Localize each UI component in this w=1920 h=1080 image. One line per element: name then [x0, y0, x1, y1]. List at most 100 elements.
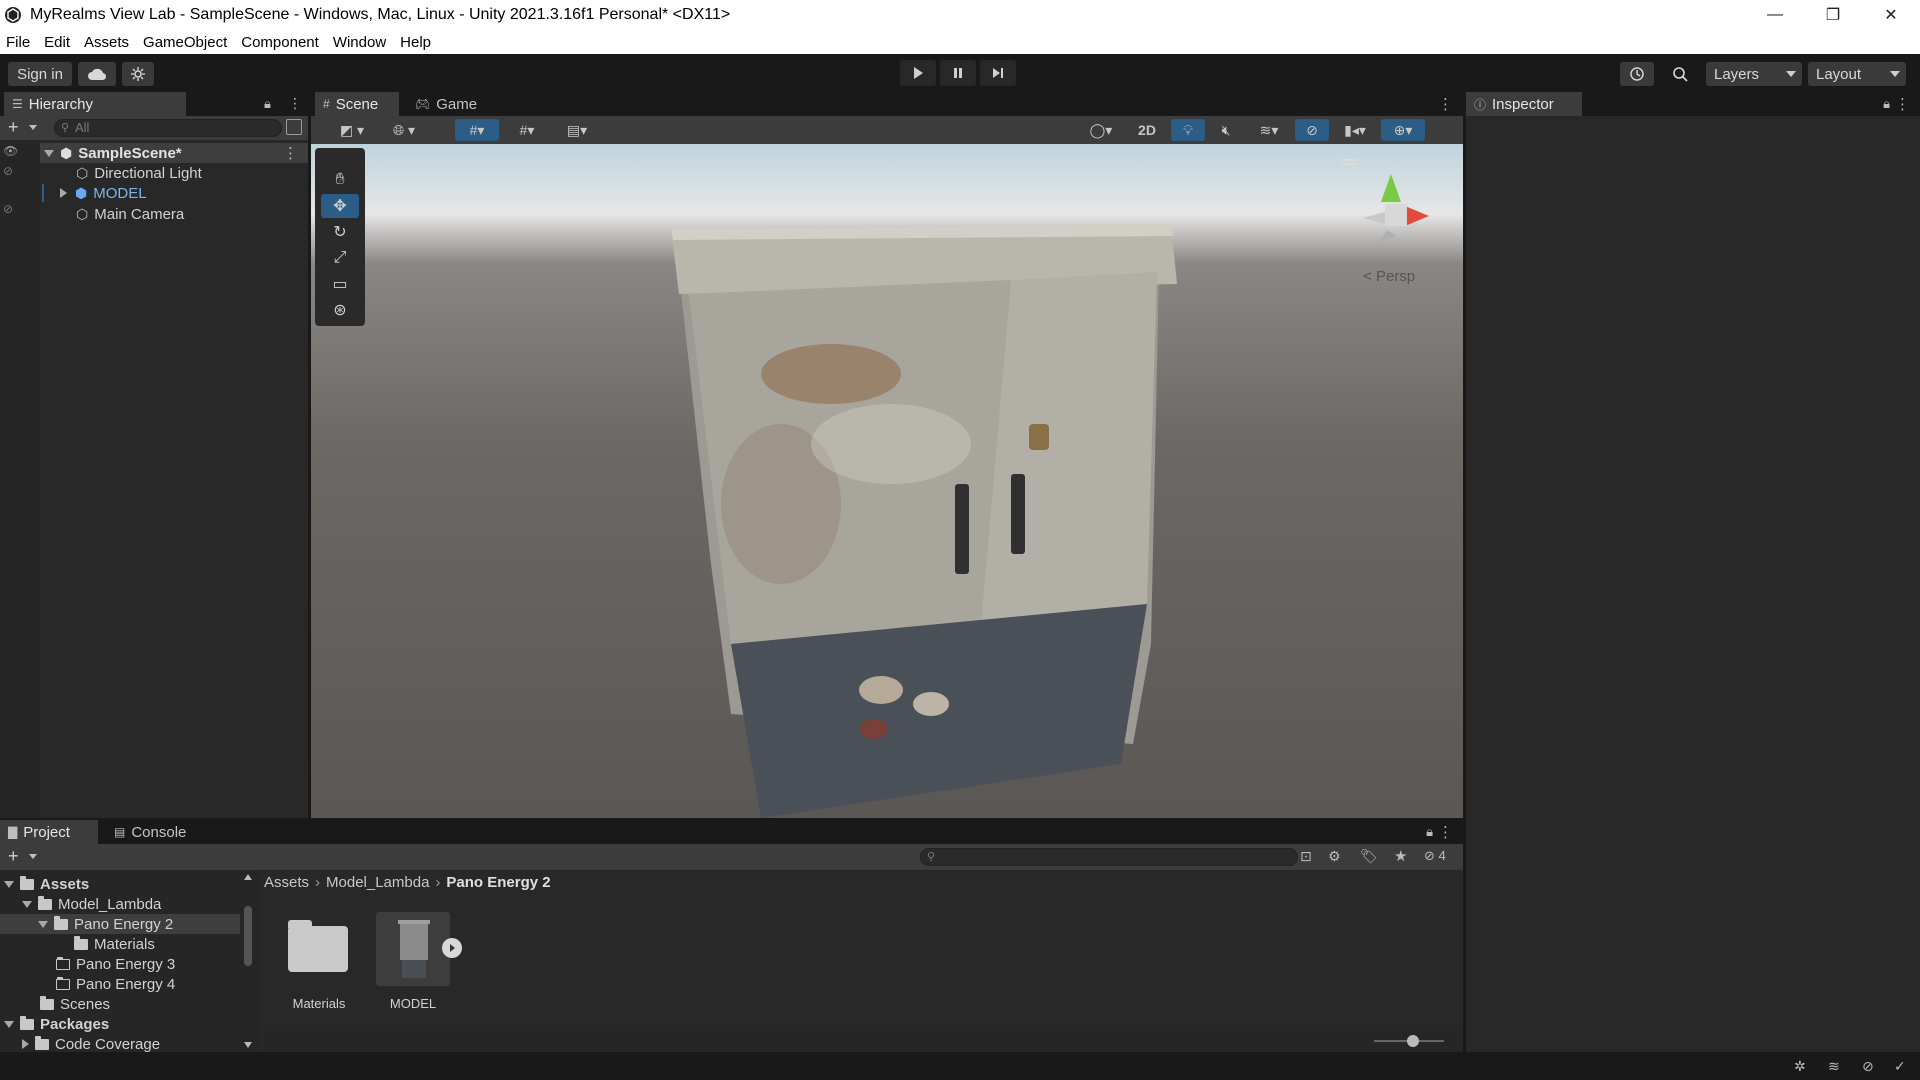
layers-stack-icon[interactable]: ≋ [1828, 1058, 1840, 1075]
expand-arrow-icon[interactable] [22, 900, 32, 908]
gizmos-icon[interactable]: ⊕▾ [1381, 119, 1425, 141]
restore-button[interactable]: ❐ [1804, 0, 1862, 30]
tree-item-pano-energy-4[interactable]: Pano Energy 4 [56, 974, 175, 994]
effects-icon[interactable]: ≋▾ [1247, 119, 1291, 141]
scale-tool-icon[interactable]: ⤢ [321, 246, 359, 270]
zoom-slider-thumb[interactable] [1407, 1035, 1419, 1047]
asset-item-model[interactable]: MODEL [376, 912, 466, 1012]
tree-item-materials[interactable]: Materials [74, 934, 155, 954]
menu-component[interactable]: Component [241, 34, 319, 51]
hidden-eye-icon[interactable]: ⊘ [3, 202, 13, 216]
scene-viewport[interactable]: ✋︎ ✥ ↻ ⤢ ▭ ⊛ < Persp [311, 144, 1463, 818]
hidden-eye-icon[interactable]: ⊘ [3, 164, 13, 178]
check-circle-icon[interactable]: ✓ [1894, 1058, 1906, 1075]
expand-arrow-icon[interactable] [22, 1039, 29, 1049]
tree-item-code-coverage[interactable]: Code Coverage [22, 1034, 160, 1054]
rotate-tool-icon[interactable]: ↻ [321, 220, 359, 244]
tree-item-model-lambda[interactable]: Model_Lambda [22, 894, 161, 914]
tree-item-scenes[interactable]: Scenes [40, 994, 110, 1014]
gizmo-sphere-icon[interactable]: ◯▾ [1081, 119, 1121, 141]
sign-in-button[interactable]: Sign in [8, 62, 72, 86]
lock-icon[interactable]: 🔒︎ [264, 96, 271, 112]
breadcrumb-item[interactable]: Model_Lambda [326, 874, 429, 891]
chevron-down-icon[interactable] [29, 125, 37, 130]
menu-file[interactable]: File [6, 34, 30, 51]
audio-icon[interactable]: 🔇︎ [1209, 119, 1243, 141]
hidden-objects-icon[interactable]: ⊘ [1295, 119, 1329, 141]
network-icon[interactable]: ⊘ [1862, 1058, 1874, 1075]
scroll-up-icon[interactable] [244, 874, 252, 880]
search-filter-icon[interactable] [286, 119, 302, 135]
tree-scrollbar[interactable] [242, 870, 254, 1052]
expand-prefab-icon[interactable] [442, 938, 462, 958]
tab-scene[interactable]: # Scene [315, 92, 399, 116]
menu-window[interactable]: Window [333, 34, 386, 51]
filter-by-type-icon[interactable]: ⚙ [1328, 848, 1341, 865]
cloud-icon[interactable] [78, 62, 116, 86]
global-icon[interactable]: 🌐︎ ▾ [381, 119, 427, 141]
scroll-thumb[interactable] [244, 906, 252, 966]
hand-tool-icon[interactable]: ✋︎ [321, 168, 359, 192]
scroll-down-icon[interactable] [244, 1042, 252, 1048]
hierarchy-scene-row[interactable]: ⬢ SampleScene* ⋮ [40, 143, 308, 163]
add-icon[interactable]: + [8, 846, 19, 867]
tree-item-packages[interactable]: Packages [4, 1014, 109, 1034]
menu-edit[interactable]: Edit [44, 34, 70, 51]
favorite-star-icon[interactable]: ★ [1394, 847, 1407, 865]
expand-arrow-icon[interactable] [4, 880, 14, 888]
expand-arrow-icon[interactable] [38, 920, 48, 928]
search-filter-icon[interactable]: ⊡ [1300, 848, 1312, 865]
lighting-icon[interactable]: 💡︎ [1171, 119, 1205, 141]
menu-help[interactable]: Help [400, 34, 431, 51]
minimize-button[interactable]: — [1746, 0, 1804, 30]
close-button[interactable]: ✕ [1862, 0, 1920, 30]
snap-increment-icon[interactable]: #▾ [505, 119, 549, 141]
expand-arrow-icon[interactable] [4, 1020, 14, 1028]
collab-icon[interactable] [122, 62, 154, 86]
projection-toggle[interactable]: < Persp [1363, 268, 1415, 285]
breadcrumb-item[interactable]: Assets [264, 874, 309, 891]
menu-gameobject[interactable]: GameObject [143, 34, 227, 51]
align-icon[interactable]: ▤▾ [555, 119, 599, 141]
tab-inspector[interactable]: ⓘ Inspector [1466, 92, 1582, 116]
hidden-packages-toggle[interactable]: ⊘ 4 [1424, 848, 1446, 864]
tree-item-assets[interactable]: Assets [4, 874, 89, 894]
play-button[interactable] [900, 60, 936, 86]
hierarchy-search-input[interactable]: ⚲ All [54, 119, 282, 137]
toggle-2d-button[interactable]: 2D [1129, 119, 1165, 141]
debug-icon[interactable]: ✲ [1794, 1058, 1806, 1075]
more-options-icon[interactable]: ⋮ [283, 144, 298, 162]
layers-dropdown[interactable]: Layers [1706, 62, 1802, 86]
pause-button[interactable] [940, 60, 976, 86]
history-icon[interactable] [1620, 62, 1654, 86]
menu-assets[interactable]: Assets [84, 34, 129, 51]
more-options-icon[interactable]: ⋮ [288, 95, 302, 112]
eye-icon[interactable]: 👁︎ [3, 144, 18, 158]
filter-by-label-icon[interactable]: 🏷︎ [1360, 848, 1378, 865]
tab-project[interactable]: ▇ Project [0, 820, 98, 844]
lock-icon[interactable]: 🔒︎ [1426, 824, 1433, 840]
chevron-down-icon[interactable] [29, 854, 37, 859]
expand-arrow-icon[interactable] [60, 188, 67, 198]
search-icon[interactable] [1663, 62, 1697, 86]
transform-tool-icon[interactable]: ⊛ [321, 298, 359, 322]
expand-arrow-icon[interactable] [44, 149, 54, 157]
more-options-icon[interactable]: ⋮ [1438, 823, 1453, 841]
tab-game[interactable]: 🎮︎ Game [407, 92, 487, 116]
project-search-input[interactable]: ⚲ [920, 848, 1298, 866]
hierarchy-item-directional-light[interactable]: ⬡ Directional Light [76, 163, 308, 183]
hierarchy-item-main-camera[interactable]: ⬡ Main Camera [76, 204, 308, 224]
step-button[interactable] [980, 60, 1016, 86]
rect-tool-icon[interactable]: ▭ [321, 272, 359, 296]
tree-item-pano-energy-3[interactable]: Pano Energy 3 [56, 954, 175, 974]
add-icon[interactable]: + [8, 117, 19, 138]
tab-console[interactable]: ▤ Console [106, 820, 206, 844]
tree-item-pano-energy-2[interactable]: Pano Energy 2 [0, 914, 240, 934]
draw-mode-icon[interactable]: ◩ ▾ [331, 119, 373, 141]
breadcrumb-item[interactable]: Pano Energy 2 [446, 874, 550, 891]
more-options-icon[interactable]: ⋮ [1895, 95, 1910, 113]
hierarchy-item-model[interactable]: ⬢ MODEL [60, 183, 308, 203]
camera-icon[interactable]: ▮◂▾ [1333, 119, 1377, 141]
lock-icon[interactable]: 🔒︎ [1883, 96, 1890, 112]
layout-dropdown[interactable]: Layout [1808, 62, 1906, 86]
